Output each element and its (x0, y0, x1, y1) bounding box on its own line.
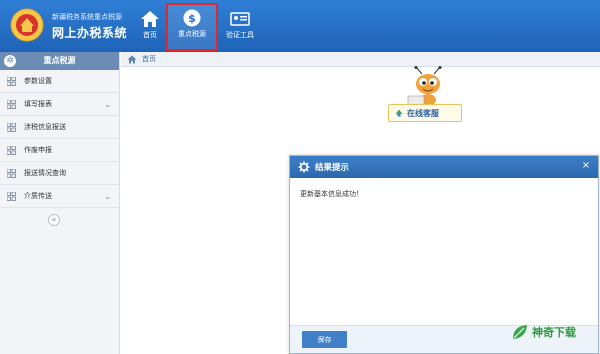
nav-key-tax-source-label: 重点税源 (178, 30, 206, 38)
grid-icon (7, 77, 16, 86)
leaf-logo-icon (513, 325, 527, 339)
chevron-down-icon: ⌄ (104, 192, 111, 201)
sidebar-collapse-button[interactable]: « (48, 214, 60, 226)
sidebar-item-label: 报送情况查询 (24, 169, 66, 177)
breadcrumb-home-link[interactable]: 首页 (142, 54, 156, 64)
save-button[interactable]: 保存 (302, 331, 347, 348)
nav-verify-tool-label: 验证工具 (226, 31, 254, 39)
sidebar-item-label: 参数设置 (24, 77, 52, 85)
grid-icon (7, 192, 16, 201)
mascot-ant-image (407, 66, 442, 107)
nav-verify-tool-button[interactable]: 验证工具 (214, 6, 266, 50)
watermark: 神奇下载 (510, 320, 596, 346)
grid-icon (7, 146, 16, 155)
sidebar-item-label: 作废申报 (24, 146, 52, 154)
top-header: 新疆税务系统重点税源 网上办税系统 首页 $ 重点税源 验证工具 (0, 0, 600, 52)
chevron-down-icon: ⌄ (104, 100, 111, 109)
brand-subtitle: 新疆税务系统重点税源 (52, 13, 122, 21)
sidebar-item-media-transfer[interactable]: 介质传送 ⌄ (0, 185, 119, 208)
nav-key-tax-source-button[interactable]: $ 重点税源 (166, 3, 218, 51)
sidebar-item-void-declaration[interactable]: 作废申报 (0, 139, 119, 162)
sidebar-title: 重点税源 (43, 56, 76, 65)
home-icon (141, 11, 159, 27)
grid-icon (7, 100, 16, 109)
sidebar-item-submission-query[interactable]: 报送情况查询 (0, 162, 119, 185)
dialog-title: 结果提示 (315, 163, 350, 173)
dialog-message: 更新基本信息成功！ (300, 190, 363, 198)
dollar-circle-icon: $ (183, 9, 201, 27)
breadcrumb: 首页 (121, 52, 600, 67)
sidebar: ✲ 重点税源 参数设置 填写报表 ⌄ 涉税信息报送 作废申报 报送情况查询 介质… (0, 52, 120, 354)
close-icon[interactable]: × (580, 160, 592, 172)
home-icon (127, 55, 137, 64)
gear-icon: ✲ (4, 55, 16, 67)
dialog-header: 结果提示 × (290, 156, 598, 178)
svg-text:$: $ (188, 12, 196, 25)
id-card-icon (230, 12, 250, 26)
sidebar-item-label: 填写报表 (24, 100, 52, 108)
chat-icon (395, 109, 403, 117)
sidebar-header: ✲ 重点税源 (0, 52, 119, 70)
online-service-button[interactable]: 在线客服 (388, 104, 462, 122)
grid-icon (7, 169, 16, 178)
sidebar-item-label: 涉税信息报送 (24, 123, 66, 131)
gear-icon (298, 161, 310, 173)
brand-title: 网上办税系统 (52, 26, 128, 40)
sidebar-item-parameter-settings[interactable]: 参数设置 (0, 70, 119, 93)
sidebar-item-fill-report[interactable]: 填写报表 ⌄ (0, 93, 119, 116)
watermark-text: 神奇下载 (532, 326, 576, 339)
sidebar-item-label: 介质传送 (24, 192, 52, 200)
sidebar-item-tax-info-submit[interactable]: 涉税信息报送 (0, 116, 119, 139)
tax-emblem-logo (10, 8, 44, 42)
grid-icon (7, 123, 16, 132)
online-service-label: 在线客服 (407, 109, 439, 118)
